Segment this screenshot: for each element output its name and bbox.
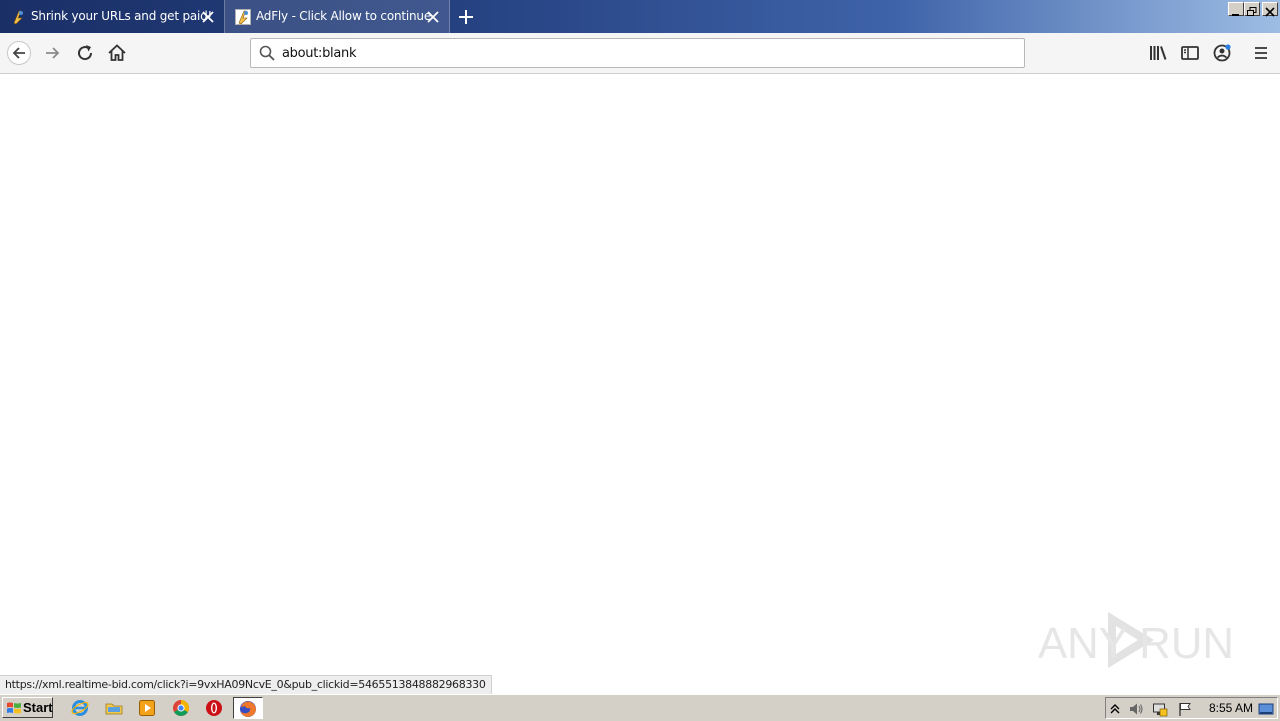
account-icon[interactable] bbox=[1210, 41, 1234, 65]
close-window-button[interactable] bbox=[1262, 2, 1278, 17]
tab-shrink-urls[interactable]: Shrink your URLs and get paid! bbox=[0, 0, 224, 33]
sidebar-toggle-icon[interactable] bbox=[1178, 41, 1202, 65]
adfly-favicon-icon bbox=[13, 10, 23, 25]
chrome-icon[interactable] bbox=[171, 698, 191, 718]
minimize-window-button[interactable] bbox=[1228, 2, 1244, 16]
taskbar-firefox-button[interactable] bbox=[233, 697, 263, 719]
windows-logo-icon bbox=[7, 702, 21, 714]
close-tab-icon[interactable] bbox=[200, 9, 216, 25]
system-tray: 8:55 AM bbox=[1105, 697, 1278, 719]
forward-arrow-icon[interactable] bbox=[41, 41, 65, 65]
address-input[interactable] bbox=[282, 43, 1002, 63]
show-desktop-icon[interactable] bbox=[1258, 701, 1274, 717]
firefox-icon bbox=[240, 701, 256, 717]
windows-taskbar: Start 8:55 AM bbox=[0, 694, 1280, 721]
taskbar-clock: 8:55 AM bbox=[1209, 701, 1254, 715]
anyrun-watermark: ANY RUN bbox=[1038, 612, 1234, 668]
internet-explorer-icon[interactable] bbox=[70, 698, 90, 718]
home-icon[interactable] bbox=[105, 41, 129, 65]
tab-adfly-click-allow[interactable]: AdFly - Click Allow to continue bbox=[224, 0, 450, 33]
status-bar-link: https://xml.realtime-bid.com/click?i=9vx… bbox=[0, 675, 492, 695]
media-player-icon[interactable] bbox=[137, 698, 157, 718]
file-explorer-icon[interactable] bbox=[104, 698, 124, 718]
network-icon[interactable] bbox=[1152, 701, 1168, 717]
show-hidden-icons-chevron-icon[interactable] bbox=[1109, 701, 1121, 717]
volume-speaker-icon[interactable] bbox=[1128, 701, 1144, 717]
adfly-favicon-icon bbox=[235, 9, 251, 25]
start-button[interactable]: Start bbox=[2, 697, 53, 718]
page-content-blank bbox=[0, 74, 1280, 694]
restore-icon bbox=[1247, 7, 1257, 16]
address-bar[interactable] bbox=[250, 38, 1025, 68]
back-arrow-icon[interactable] bbox=[7, 41, 31, 65]
tab-title: AdFly - Click Allow to continue bbox=[256, 9, 432, 23]
library-icon[interactable] bbox=[1146, 41, 1170, 65]
new-tab-plus-icon[interactable] bbox=[456, 7, 476, 27]
action-center-flag-icon[interactable] bbox=[1177, 701, 1193, 717]
menu-hamburger-icon[interactable] bbox=[1249, 41, 1273, 65]
close-icon bbox=[1265, 7, 1275, 17]
watermark-text: ANY RUN bbox=[1038, 619, 1234, 668]
search-icon bbox=[259, 45, 275, 61]
reload-icon[interactable] bbox=[73, 41, 97, 65]
browser-titlebar: Shrink your URLs and get paid! AdFly - C… bbox=[0, 0, 1280, 33]
start-label: Start bbox=[23, 700, 53, 715]
close-tab-icon[interactable] bbox=[425, 9, 441, 25]
navigation-toolbar bbox=[0, 33, 1280, 74]
restore-window-button[interactable] bbox=[1244, 2, 1260, 16]
minimize-icon bbox=[1232, 14, 1239, 16]
tab-title: Shrink your URLs and get paid! bbox=[31, 9, 213, 23]
opera-icon[interactable] bbox=[204, 698, 224, 718]
